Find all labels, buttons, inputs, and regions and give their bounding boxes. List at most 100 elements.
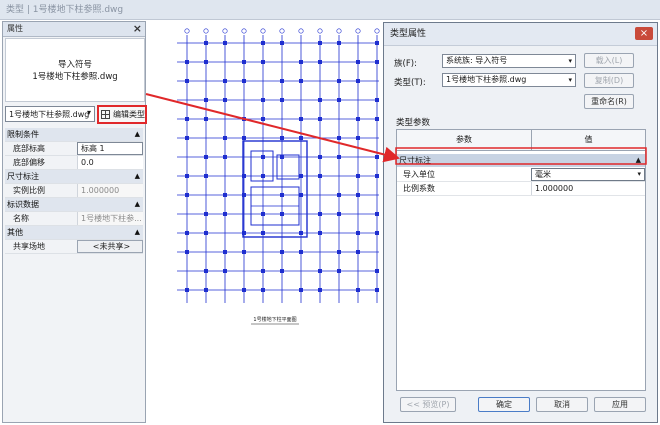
shared-site-button[interactable]: <未共享> (77, 240, 143, 253)
column-mark (223, 41, 227, 45)
type-selector[interactable]: 1号楼地下柱参照.dwg (5, 106, 95, 122)
column-mark (204, 117, 208, 121)
import-units-select[interactable]: 毫米 ▾ (531, 168, 645, 181)
chevron-down-icon[interactable]: ▾ (87, 108, 91, 117)
column-mark (280, 136, 284, 140)
load-button[interactable]: 载入(L) (584, 53, 634, 68)
column-mark (280, 98, 284, 102)
parameter-value[interactable]: 1.000000 (531, 182, 645, 195)
column-mark (318, 174, 322, 178)
column-mark (261, 269, 265, 273)
column-mark (185, 174, 189, 178)
column-mark (261, 41, 265, 45)
chevron-down-icon: ▾ (637, 170, 641, 178)
apply-button[interactable]: 应用 (594, 397, 646, 412)
column-mark (204, 174, 208, 178)
parameter-row[interactable]: 比例系数 1.000000 (397, 182, 645, 196)
column-mark (204, 60, 208, 64)
column-mark (280, 269, 284, 273)
collapse-icon: ▲ (635, 156, 641, 164)
close-icon[interactable]: × (133, 22, 142, 36)
collapse-icon: ▲ (134, 172, 140, 180)
column-mark (204, 155, 208, 159)
type-value: 1号楼地下柱参照.dwg (446, 75, 527, 84)
column-mark (299, 60, 303, 64)
grid-bubble (260, 28, 266, 34)
column-mark (204, 41, 208, 45)
column-mark (299, 79, 303, 83)
family-select[interactable]: 系统族: 导入符号 ▾ (442, 54, 576, 68)
chevron-down-icon: ▾ (568, 57, 572, 65)
preview-button[interactable]: << 预览(P) (400, 397, 456, 412)
drawing-canvas[interactable]: 1号楼地下柱平面图 (147, 21, 383, 423)
properties-title: 属性 (7, 24, 23, 33)
grid-bubble (355, 28, 361, 34)
column-mark (261, 288, 265, 292)
column-mark (318, 41, 322, 45)
type-preview: 导入符号 1号楼地下柱参照.dwg (5, 38, 145, 102)
preview-category: 导入符号 (57, 60, 92, 70)
window-title: 类型 | 1号楼地下柱参照.dwg (6, 5, 124, 15)
column-mark (223, 136, 227, 140)
group-title: 其他 (7, 228, 23, 237)
chevron-down-icon: ▾ (568, 76, 572, 84)
group-header-constraints[interactable]: 限制条件 ▲ (5, 128, 143, 142)
column-mark (375, 155, 379, 159)
group-title: 限制条件 (7, 130, 39, 139)
column-mark (337, 79, 341, 83)
type-select[interactable]: 1号楼地下柱参照.dwg ▾ (442, 73, 576, 87)
collapse-icon: ▲ (134, 130, 140, 138)
ok-button[interactable]: 确定 (478, 397, 530, 412)
column-mark (242, 117, 246, 121)
window-titlebar: 类型 | 1号楼地下柱参照.dwg (0, 0, 660, 20)
property-row[interactable]: 共享场地 <未共享> (5, 240, 143, 254)
parameter-row[interactable]: 导入单位 毫米 ▾ (397, 168, 645, 182)
column-mark (261, 231, 265, 235)
group-header-dimensions[interactable]: 尺寸标注 ▲ (5, 170, 143, 184)
family-value: 系统族: 导入符号 (446, 56, 508, 65)
column-mark (223, 212, 227, 216)
property-value-field[interactable]: 标高 1 (77, 142, 143, 155)
column-mark (337, 193, 341, 197)
rename-button[interactable]: 重命名(R) (584, 94, 634, 109)
cancel-button[interactable]: 取消 (536, 397, 588, 412)
dialog-titlebar: 类型属性 × (384, 23, 657, 46)
column-mark (375, 60, 379, 64)
column-mark (356, 250, 360, 254)
property-row[interactable]: 底部偏移 0.0 (5, 156, 143, 170)
column-mark (223, 250, 227, 254)
property-value[interactable]: 0.0 (77, 156, 143, 169)
dialog-close-icon[interactable]: × (635, 27, 653, 40)
column-mark (261, 117, 265, 121)
edit-type-button[interactable]: 编辑类型 (97, 105, 147, 124)
column-mark (204, 269, 208, 273)
property-row[interactable]: 底部标高 标高 1 (5, 142, 143, 156)
column-mark (204, 231, 208, 235)
duplicate-button[interactable]: 复制(D) (584, 73, 634, 88)
type-parameters-grid: 参数 值 尺寸标注 ▲ 导入单位 毫米 ▾ 比例系数 1.000000 (396, 129, 646, 391)
column-mark (204, 212, 208, 216)
column-mark (242, 79, 246, 83)
property-value: 1号楼地下柱参... (77, 212, 143, 225)
grid-bubble (222, 28, 228, 34)
grid-bubble (241, 28, 247, 34)
parameter-value: 毫米 (535, 170, 551, 179)
column-mark (356, 117, 360, 121)
column-header-parameter[interactable]: 参数 (397, 130, 532, 150)
group-header-identity[interactable]: 标识数据 ▲ (5, 198, 143, 212)
grid-bubble (184, 28, 190, 34)
property-row: 名称 1号楼地下柱参... (5, 212, 143, 226)
group-title: 尺寸标注 (7, 172, 39, 181)
group-header-dimensions[interactable]: 尺寸标注 ▲ (397, 154, 645, 167)
column-mark (318, 60, 322, 64)
column-mark (375, 41, 379, 45)
group-title: 标识数据 (7, 200, 39, 209)
type-params-label: 类型参数 (396, 118, 431, 128)
type-selector-value: 1号楼地下柱参照.dwg (9, 110, 90, 119)
drawing-caption: 1号楼地下柱平面图 (253, 316, 296, 323)
column-mark (223, 155, 227, 159)
column-mark (204, 288, 208, 292)
column-header-value[interactable]: 值 (532, 130, 645, 150)
group-header-other[interactable]: 其他 ▲ (5, 226, 143, 240)
property-key: 底部标高 (13, 144, 45, 153)
